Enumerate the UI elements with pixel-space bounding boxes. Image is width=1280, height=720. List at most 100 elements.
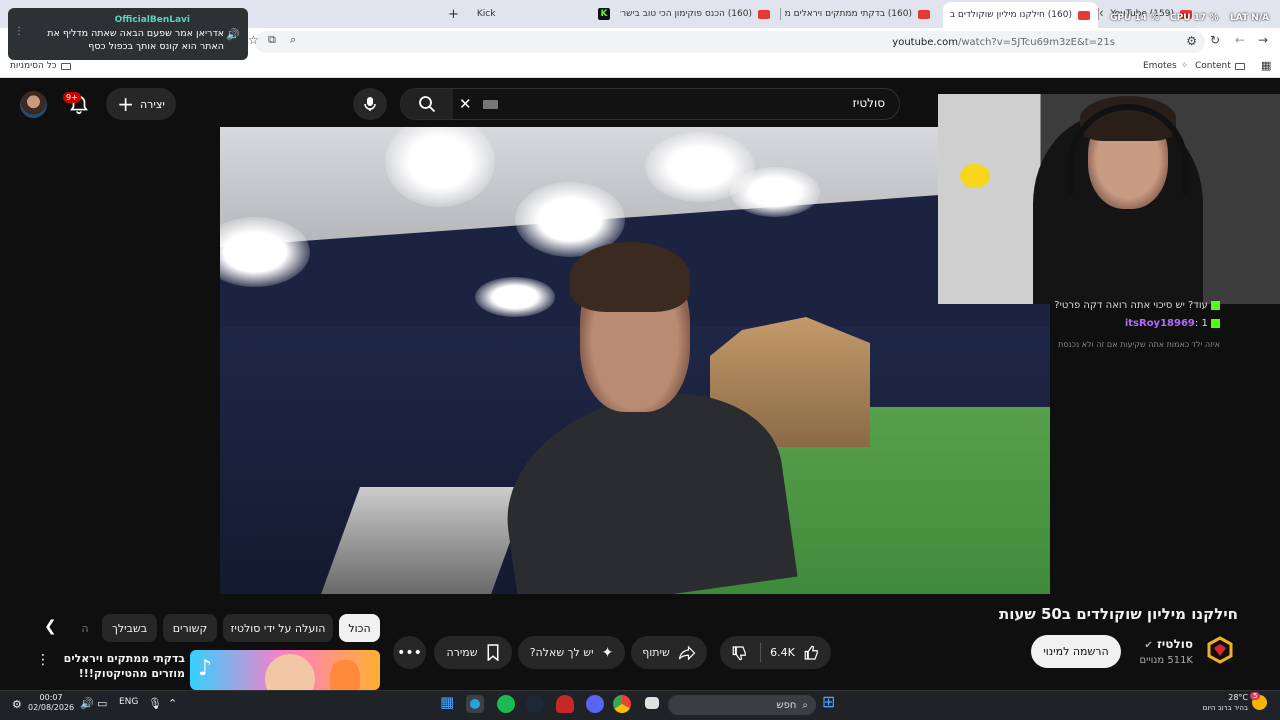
dislike-button[interactable] bbox=[720, 636, 760, 669]
weather-temp[interactable]: 28°C bbox=[1226, 693, 1248, 702]
microphone-tray-icon[interactable]: 🎙 bbox=[148, 697, 162, 710]
search-button[interactable] bbox=[401, 89, 453, 119]
steam-taskbar-icon[interactable] bbox=[526, 695, 544, 713]
verified-icon: ✔ bbox=[1144, 640, 1153, 651]
site-settings-icon[interactable]: ⚙ bbox=[1186, 34, 1197, 48]
save-button[interactable]: שמירה bbox=[434, 636, 512, 669]
bookmark-content[interactable]: Content bbox=[1195, 61, 1245, 71]
microphone-icon bbox=[364, 97, 376, 111]
suggested-video-title[interactable]: בדקתי ממתקים ויראלים מוזרים מהטיקטוק!!! bbox=[35, 651, 185, 681]
back-icon[interactable]: → bbox=[1258, 33, 1268, 47]
settings-gear-icon[interactable]: ⚙ bbox=[12, 698, 22, 711]
file-explorer-icon[interactable] bbox=[645, 697, 659, 709]
chip-all[interactable]: הכול bbox=[339, 614, 380, 642]
chip-uploaded-by[interactable]: הועלה על ידי סולטיז bbox=[223, 614, 333, 642]
kick-icon: K bbox=[598, 8, 610, 20]
clock[interactable]: 00:07 02/08/2026 bbox=[28, 693, 74, 713]
share-button[interactable]: שיתוף bbox=[631, 636, 707, 669]
close-icon[interactable]: ✕ bbox=[943, 10, 944, 21]
windows-taskbar bbox=[0, 690, 1280, 720]
chat-message: עוד? יש סיכוי אתה רואה דקה פרטי? bbox=[1054, 300, 1220, 311]
taskbar-search[interactable]: ⌕ חפש bbox=[668, 695, 816, 715]
more-horizontal-icon: ••• bbox=[397, 644, 422, 661]
all-bookmarks[interactable]: כל הסימניות bbox=[10, 61, 71, 71]
bookmark-emotes[interactable]: Emotes ✧ bbox=[1143, 61, 1188, 71]
bookmark-star-icon[interactable]: ☆ bbox=[248, 33, 259, 47]
new-tab-plus-icon[interactable]: + bbox=[448, 7, 459, 22]
reload-icon[interactable]: ↻ bbox=[1210, 33, 1220, 47]
thumbs-up-icon bbox=[804, 644, 818, 660]
suggested-video-thumbnail[interactable]: ♪ bbox=[190, 650, 380, 690]
stream-chat: עוד? יש סיכוי אתה רואה דקה פרטי? itsRoy1… bbox=[950, 298, 1220, 358]
avatar[interactable] bbox=[20, 91, 47, 118]
discord-taskbar-icon[interactable] bbox=[586, 695, 604, 713]
emotes-icon: ✧ bbox=[1180, 61, 1189, 71]
like-button[interactable]: 6.4K bbox=[760, 636, 831, 669]
url-text[interactable]: youtube.com/watch?v=5JTcu69m3zE&t=21s bbox=[892, 37, 1115, 48]
subscribe-button[interactable]: הרשמה למינוי bbox=[1031, 635, 1121, 668]
thumbs-down-icon bbox=[732, 645, 746, 661]
gpu-stat: GPU 14 % bbox=[1110, 13, 1160, 23]
spotify-taskbar-icon[interactable] bbox=[497, 695, 515, 713]
youtube-icon bbox=[1078, 10, 1090, 20]
tray-chevron-up-icon[interactable]: ⌃ bbox=[168, 697, 177, 710]
more-actions-button[interactable]: ••• bbox=[393, 636, 426, 669]
task-view-icon[interactable]: ▦ bbox=[440, 693, 458, 711]
folder-icon bbox=[1234, 62, 1245, 70]
search-box: ✕ bbox=[400, 88, 900, 120]
cast-icon[interactable]: ⧉ bbox=[268, 33, 276, 47]
close-icon[interactable]: ✕ bbox=[1100, 9, 1104, 20]
zoom-icon[interactable]: ⌕ bbox=[290, 33, 296, 47]
app-taskbar-icon[interactable] bbox=[556, 695, 574, 713]
recommendation-filter-chips: הכול הועלה על ידי סולטיז קשורים בשבילך ה… bbox=[40, 614, 385, 642]
language-indicator[interactable]: ENG bbox=[119, 697, 138, 707]
voice-search-button[interactable] bbox=[353, 88, 387, 120]
weather-description[interactable]: בהיר ברוב היום bbox=[1180, 704, 1248, 712]
speaker-icon: 🔊 bbox=[226, 28, 240, 41]
plus-icon: + bbox=[117, 92, 134, 116]
lat-stat: LAT N/A bbox=[1230, 13, 1270, 23]
subscriber-count: 511K מנויים bbox=[1139, 655, 1193, 666]
keyboard-icon[interactable] bbox=[483, 100, 498, 109]
streamer-webcam bbox=[938, 94, 1280, 304]
search-input[interactable] bbox=[585, 96, 885, 110]
sparkle-icon: ✦ bbox=[601, 644, 614, 661]
windows-start-icon[interactable]: ⊞ bbox=[822, 692, 840, 711]
ask-question-button[interactable]: ✦ יש לך שאלה? bbox=[518, 636, 625, 669]
create-button[interactable]: יצירה + bbox=[106, 88, 176, 120]
chrome-taskbar-icon[interactable] bbox=[613, 695, 631, 713]
chat-message: איזה ילד כאמות אתה שקיעות אם זה ולא נכנס… bbox=[1058, 340, 1220, 349]
chip-for-you[interactable]: בשבילך bbox=[102, 614, 157, 642]
chip-partial[interactable]: ה bbox=[74, 614, 96, 642]
forward-icon[interactable]: ← bbox=[1235, 33, 1245, 47]
tab-pokemon[interactable]: (160) הכנס פוקימון הכי טוב בישראל bbox=[620, 4, 778, 24]
tab-kick[interactable]: + Kick K bbox=[440, 4, 618, 24]
chevron-left-icon[interactable]: ❮ bbox=[44, 617, 57, 635]
channel-name[interactable]: סולטיז ✔ bbox=[1144, 637, 1193, 651]
search-icon bbox=[419, 96, 436, 113]
video-title: חילקנו מיליון שוקולדים ב50 שעות bbox=[999, 605, 1238, 623]
tab-current-video[interactable]: (160) חילקנו מיליון שוקולדים ב ✕ bbox=[943, 2, 1098, 28]
channel-logo[interactable] bbox=[1205, 635, 1235, 665]
youtube-icon bbox=[758, 9, 770, 19]
bookmark-icon bbox=[487, 644, 499, 661]
clear-search-icon[interactable]: ✕ bbox=[459, 95, 472, 113]
address-bar[interactable]: youtube.com/watch?v=5JTcu69m3zE&t=21s ⚙ bbox=[255, 31, 1205, 53]
cpu-stat: CPU 17 % bbox=[1170, 13, 1219, 23]
notification-user: OfficialBenLavi bbox=[114, 15, 190, 25]
tiktok-icon: ♪ bbox=[198, 656, 213, 681]
search-icon: ⌕ bbox=[802, 699, 808, 711]
volume-icon[interactable]: 🔊 bbox=[80, 697, 94, 710]
network-icon[interactable]: ▭ bbox=[97, 697, 107, 710]
tab-viral-candy[interactable]: (160) בדקתי ממתקים ויראלים מ ✕ bbox=[783, 4, 938, 24]
telegram-taskbar-icon[interactable] bbox=[466, 695, 484, 713]
folder-icon bbox=[60, 62, 71, 70]
tts-notification: OfficialBenLavi אדריאן אמר שפעם הבאה שאת… bbox=[8, 8, 248, 60]
video-player[interactable] bbox=[220, 127, 1050, 594]
more-vertical-icon[interactable]: ⋮ bbox=[36, 652, 50, 668]
apps-grid-icon[interactable]: ▦ bbox=[1261, 59, 1271, 72]
chip-related[interactable]: קשורים bbox=[163, 614, 217, 642]
like-dislike-group: 6.4K bbox=[720, 636, 831, 669]
youtube-icon bbox=[918, 9, 930, 19]
share-icon bbox=[678, 645, 696, 660]
